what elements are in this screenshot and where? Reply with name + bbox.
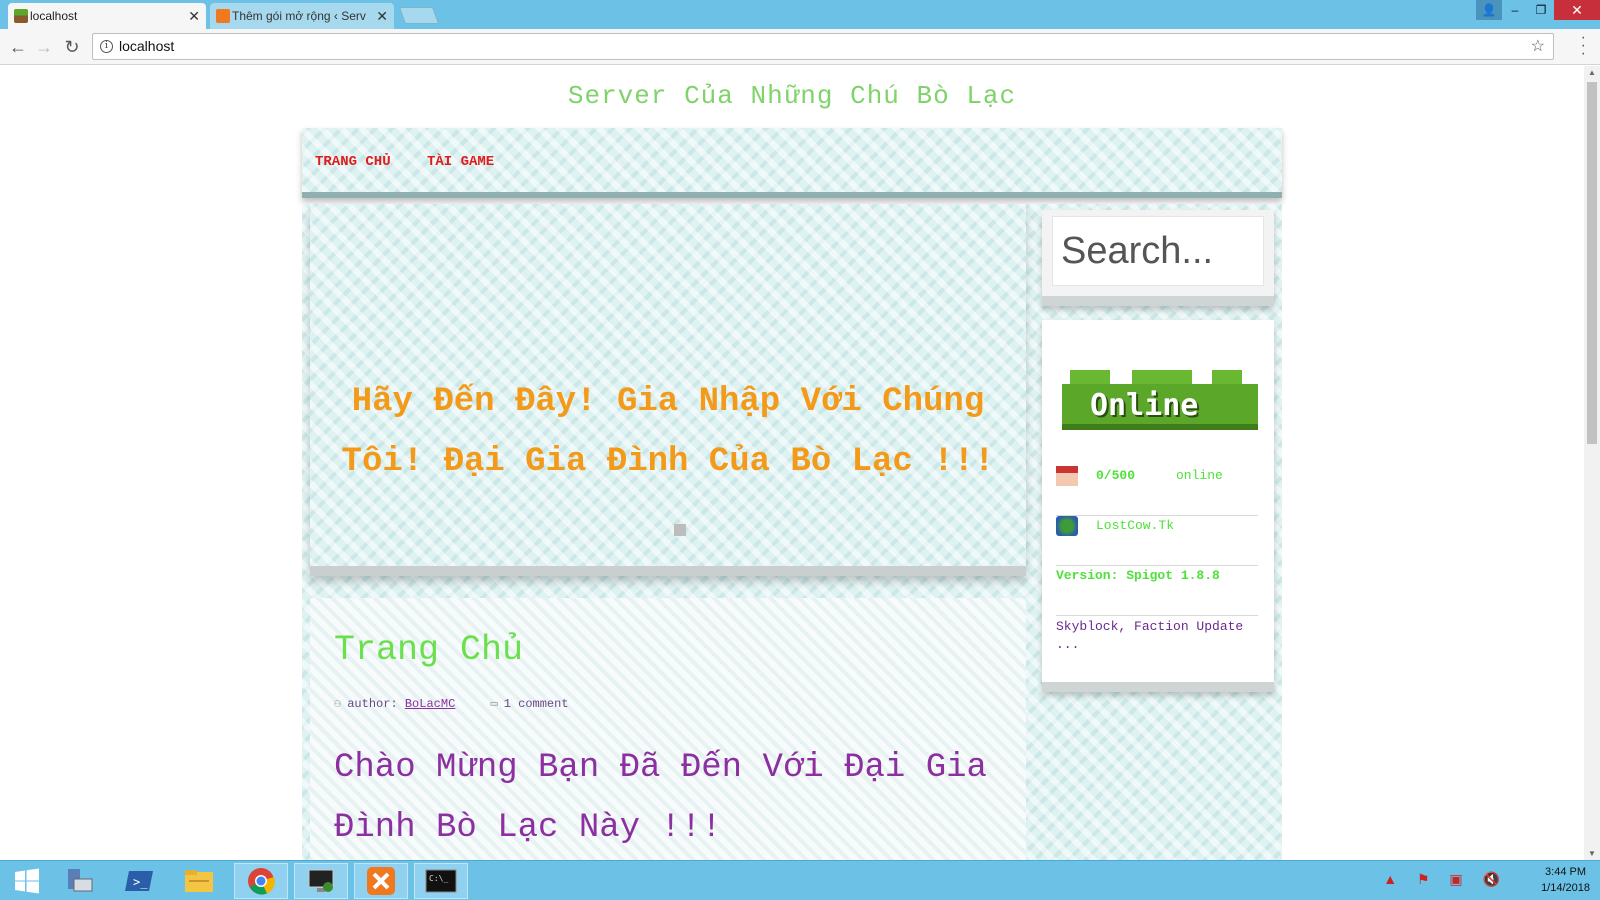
- browser-toolbar: ← → ↻ i localhost ☆ · · ·: [0, 29, 1600, 65]
- command-prompt-icon[interactable]: C:\_: [414, 863, 468, 899]
- comment-icon: ▭: [490, 697, 498, 711]
- server-manager-icon[interactable]: [52, 863, 106, 899]
- windows-start-icon[interactable]: [0, 863, 54, 899]
- scroll-down-icon[interactable]: ▼: [1588, 849, 1596, 858]
- nav-tai-game[interactable]: TÀI GAME: [427, 154, 494, 170]
- tab-title: Thêm gói mở rộng ‹ Serv: [232, 9, 366, 23]
- hero-text: Hãy Đến Đây! Gia Nhập Với Chúng Tôi! Đại…: [341, 383, 995, 481]
- svg-text:C:\_: C:\_: [429, 874, 448, 883]
- server-version: Version: Spigot 1.8.8: [1056, 568, 1220, 583]
- info-icon[interactable]: i: [100, 40, 113, 53]
- remote-desktop-icon[interactable]: [294, 863, 348, 899]
- xampp-icon: [216, 9, 230, 23]
- powershell-icon[interactable]: >_: [112, 863, 166, 899]
- site-title[interactable]: Server Của Những Chú Bò Lạc: [0, 81, 1584, 111]
- svg-text:>_: >_: [133, 875, 148, 889]
- post-card: Trang Chủ ⚇ author: BoLacMC ▭ 1 comment Ch…: [310, 598, 1026, 860]
- sidebar: Online 0/500 online LostCow.Tk Version: …: [1036, 204, 1282, 860]
- page-viewport: Server Của Những Chú Bò Lạc TRANG CHỦ TÀ…: [0, 66, 1584, 860]
- user-icon: ⚇: [334, 697, 342, 711]
- server-address[interactable]: LostCow.Tk: [1096, 518, 1174, 533]
- post-title[interactable]: Trang Chủ: [334, 630, 523, 670]
- restore-button[interactable]: ❐: [1528, 0, 1554, 20]
- version-row: Version: Spigot 1.8.8: [1056, 566, 1258, 616]
- chrome-icon[interactable]: [234, 863, 288, 899]
- close-tab-icon[interactable]: ✕: [376, 3, 388, 29]
- online-status-banner: Online: [1062, 370, 1258, 434]
- system-clock[interactable]: 3:44 PM 1/14/2018: [1541, 864, 1590, 896]
- clock-time: 3:44 PM: [1545, 866, 1587, 878]
- cursor-marker: [674, 524, 686, 536]
- online-banner-text: Online: [1090, 388, 1199, 423]
- page-scrollbar[interactable]: ▲ ▼: [1584, 66, 1600, 860]
- file-explorer-icon[interactable]: [172, 863, 226, 899]
- close-window-button[interactable]: ✕: [1554, 0, 1600, 20]
- back-icon[interactable]: ←: [6, 35, 30, 59]
- new-tab-button[interactable]: [398, 7, 440, 24]
- scroll-up-icon[interactable]: ▲: [1588, 68, 1596, 77]
- author-link[interactable]: BoLacMC: [405, 697, 455, 711]
- reload-icon[interactable]: ↻: [60, 35, 84, 59]
- server-status-widget: Online 0/500 online LostCow.Tk Version: …: [1042, 320, 1274, 692]
- nav-trang-chu[interactable]: TRANG CHỦ: [315, 154, 391, 170]
- scroll-thumb[interactable]: [1587, 82, 1597, 444]
- player-count: 0/500: [1096, 468, 1136, 483]
- tab-localhost[interactable]: localhost ✕: [8, 3, 206, 29]
- window-controls: 👤 – ❐ ✕: [1476, 0, 1600, 20]
- address-bar[interactable]: i localhost ☆: [92, 33, 1554, 60]
- player-head-icon: [1056, 466, 1078, 486]
- browser-menu-icon[interactable]: · · ·: [1581, 30, 1586, 62]
- grass-block-icon: [14, 9, 28, 23]
- forward-icon[interactable]: →: [32, 35, 56, 59]
- author-prefix: author:: [347, 697, 398, 711]
- main-nav: TRANG CHỦ TÀI GAME: [302, 128, 1282, 198]
- tab-title: localhost: [30, 9, 78, 23]
- user-icon[interactable]: 👤: [1476, 0, 1502, 20]
- search-widget: [1042, 210, 1274, 306]
- player-online-label: online: [1176, 468, 1223, 483]
- globe-icon: [1056, 516, 1078, 536]
- server-motd: Skyblock, Faction Update ...: [1056, 619, 1244, 652]
- close-tab-icon[interactable]: ✕: [188, 3, 200, 29]
- system-tray-icons[interactable]: ▲ ⚑ ▣ 🔇: [1383, 871, 1508, 888]
- content-wrapper: Hãy Đến Đây! Gia Nhập Với Chúng Tôi! Đại…: [302, 204, 1282, 860]
- post-body: Chào Mừng Bạn Đã Đến Với Đại Gia Đình Bò…: [334, 749, 987, 847]
- hero-banner: Hãy Đến Đây! Gia Nhập Với Chúng Tôi! Đại…: [310, 204, 1026, 576]
- tab-extensions[interactable]: Thêm gói mở rộng ‹ Serv ✕: [210, 3, 394, 29]
- xampp-icon[interactable]: [354, 863, 408, 899]
- windows-taskbar: >_ C:\_ ▲ ⚑ ▣ 🔇 3:44 PM 1/14/2018: [0, 860, 1600, 900]
- tab-strip: localhost ✕ Thêm gói mở rộng ‹ Serv ✕ 👤 …: [0, 0, 1600, 29]
- comment-count[interactable]: 1 comment: [504, 697, 569, 711]
- address-text: localhost: [119, 38, 175, 54]
- server-address-row: LostCow.Tk: [1056, 516, 1258, 566]
- clock-date: 1/14/2018: [1541, 882, 1590, 894]
- players-row: 0/500 online: [1056, 466, 1258, 516]
- motd-row: Skyblock, Faction Update ...: [1056, 616, 1258, 666]
- minimize-button[interactable]: –: [1502, 0, 1528, 20]
- bookmark-star-icon[interactable]: ☆: [1531, 34, 1545, 59]
- post-meta: ⚇ author: BoLacMC ▭ 1 comment: [334, 696, 569, 711]
- search-input[interactable]: [1052, 216, 1264, 286]
